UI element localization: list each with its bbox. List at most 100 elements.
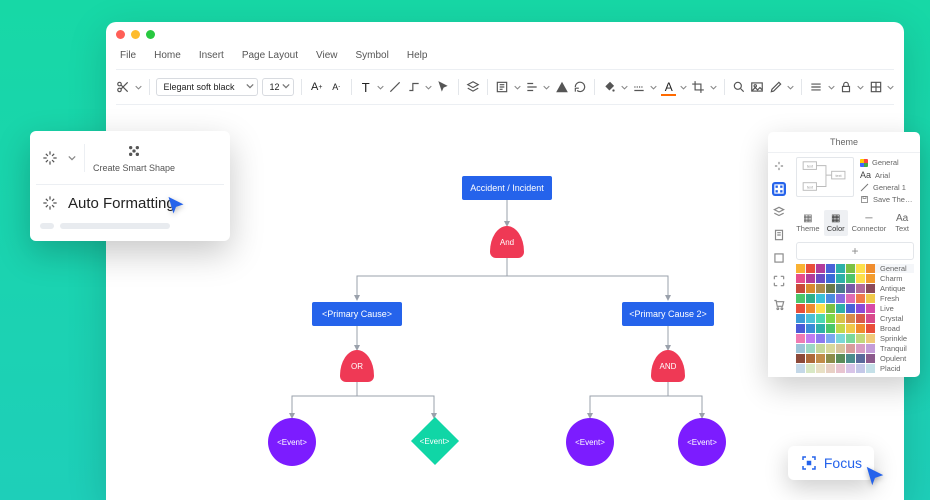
node-event-3[interactable]: <Event> [566, 418, 614, 466]
lock-icon[interactable] [839, 79, 854, 95]
focus-label: Focus [824, 455, 862, 471]
fill-icon[interactable] [602, 79, 617, 95]
grid-dropdown[interactable] [887, 79, 894, 95]
auto-formatting-button[interactable]: Auto Formatting [40, 193, 220, 213]
theme-opt-general[interactable]: General [860, 158, 914, 167]
theme-opt-general1[interactable]: General 1 [860, 183, 914, 192]
theme-tab-theme[interactable]: ▦Theme [796, 210, 820, 236]
line-style-icon[interactable] [809, 79, 824, 95]
stroke-icon[interactable] [632, 79, 647, 95]
align-lines-icon[interactable] [525, 79, 540, 95]
crop-dropdown[interactable] [710, 79, 717, 95]
menu-home[interactable]: Home [154, 50, 181, 61]
search-icon[interactable] [732, 79, 747, 95]
theme-add-button[interactable]: + [796, 242, 914, 260]
font-size: 12 [269, 82, 279, 92]
connector-dropdown[interactable] [425, 79, 432, 95]
theme-tab-connector[interactable]: ─Connector [852, 210, 887, 236]
theme-preview[interactable]: text text text [796, 157, 854, 197]
rail-box-icon[interactable] [772, 251, 786, 265]
auto-formatting-popup: Create Smart Shape Auto Formatting [30, 131, 230, 241]
font-color-icon[interactable]: A [661, 79, 676, 95]
lock-dropdown[interactable] [857, 79, 864, 95]
font-size-select[interactable]: 12 [262, 78, 293, 96]
rail-doc-icon[interactable] [772, 228, 786, 242]
menu-view[interactable]: View [316, 50, 338, 61]
menu-help[interactable]: Help [407, 50, 428, 61]
theme-opt-save[interactable]: Save The… [860, 195, 914, 204]
node-gate-top[interactable]: And [490, 226, 524, 258]
cursor-icon [166, 195, 186, 221]
cut-dropdown[interactable] [135, 79, 142, 95]
font-decrease-icon[interactable]: A- [329, 79, 344, 95]
menubar: File Home Insert Page Layout View Symbol… [106, 46, 904, 69]
close-window-button[interactable] [116, 30, 125, 39]
crop-icon[interactable] [691, 79, 706, 95]
font-select[interactable]: Elegant soft black [156, 78, 258, 96]
layers-icon[interactable] [466, 79, 481, 95]
line-tool-icon[interactable] [388, 79, 403, 95]
text-tool-icon[interactable]: T [358, 79, 373, 95]
swatch-row[interactable]: Placid [796, 364, 914, 373]
swatch-row[interactable]: Broad [796, 324, 914, 333]
node-event-2[interactable]: <Event> [411, 417, 459, 465]
rail-sparkle-icon[interactable] [772, 159, 786, 173]
node-gate-right[interactable]: AND [651, 350, 685, 382]
cursor-icon [864, 465, 886, 494]
swatch-row[interactable]: Fresh [796, 294, 914, 303]
node-event-1[interactable]: <Event> [268, 418, 316, 466]
sparkle-button[interactable] [40, 148, 60, 168]
popup-placeholder-bars [40, 223, 220, 229]
maximize-window-button[interactable] [146, 30, 155, 39]
swatch-row[interactable]: Charm [796, 274, 914, 283]
pointer-tool-icon[interactable] [436, 79, 451, 95]
node-gate-left[interactable]: OR [340, 350, 374, 382]
node-event-4[interactable]: <Event> [678, 418, 726, 466]
image-icon[interactable] [750, 79, 765, 95]
swatch-row[interactable]: Sprinkle [796, 334, 914, 343]
menu-file[interactable]: File [120, 50, 136, 61]
theme-opt-font[interactable]: AaArial [860, 170, 914, 180]
swatch-row[interactable]: Tranquil [796, 344, 914, 353]
sparkle-dropdown[interactable] [68, 154, 76, 162]
swatch-row-general[interactable]: General [796, 264, 914, 273]
node-cause-1[interactable]: <Primary Cause> [312, 302, 402, 326]
rail-expand-icon[interactable] [772, 274, 786, 288]
rail-grid-icon[interactable] [772, 182, 786, 196]
text-dropdown[interactable] [377, 79, 384, 95]
font-increase-icon[interactable]: A+ [309, 79, 325, 95]
align-lines-dropdown[interactable] [543, 79, 550, 95]
theme-tab-text[interactable]: AaText [890, 210, 914, 236]
rotate-icon[interactable] [573, 79, 588, 95]
warning-icon[interactable] [554, 79, 569, 95]
swatch-row[interactable]: Live [796, 304, 914, 313]
cut-icon[interactable] [116, 79, 131, 95]
theme-tab-color[interactable]: ▦Color [824, 210, 848, 236]
menu-insert[interactable]: Insert [199, 50, 224, 61]
focus-button[interactable]: Focus [788, 446, 874, 480]
swatch-list: General Charm Antique Fresh Live Crystal… [796, 264, 914, 373]
node-root[interactable]: Accident / Incident [462, 176, 552, 200]
menu-symbol[interactable]: Symbol [356, 50, 389, 61]
align-box-icon[interactable] [495, 79, 510, 95]
rail-cart-icon[interactable] [772, 297, 786, 311]
grid-icon[interactable] [868, 79, 883, 95]
line-style-dropdown[interactable] [828, 79, 835, 95]
edit-icon[interactable] [769, 79, 784, 95]
theme-panel-title: Theme [768, 132, 920, 153]
stroke-dropdown[interactable] [650, 79, 657, 95]
fill-dropdown[interactable] [621, 79, 628, 95]
align-dropdown[interactable] [514, 79, 521, 95]
swatch-row[interactable]: Antique [796, 284, 914, 293]
connector-tool-icon[interactable] [407, 79, 422, 95]
edit-dropdown[interactable] [787, 79, 794, 95]
node-cause-2[interactable]: <Primary Cause 2> [622, 302, 714, 326]
menu-page-layout[interactable]: Page Layout [242, 50, 298, 61]
swatch-row[interactable]: Opulent [796, 354, 914, 363]
create-smart-shape-button[interactable]: Create Smart Shape [93, 141, 175, 174]
divider [116, 104, 894, 105]
rail-layers-icon[interactable] [772, 205, 786, 219]
minimize-window-button[interactable] [131, 30, 140, 39]
font-color-dropdown[interactable] [680, 79, 687, 95]
swatch-row[interactable]: Crystal [796, 314, 914, 323]
